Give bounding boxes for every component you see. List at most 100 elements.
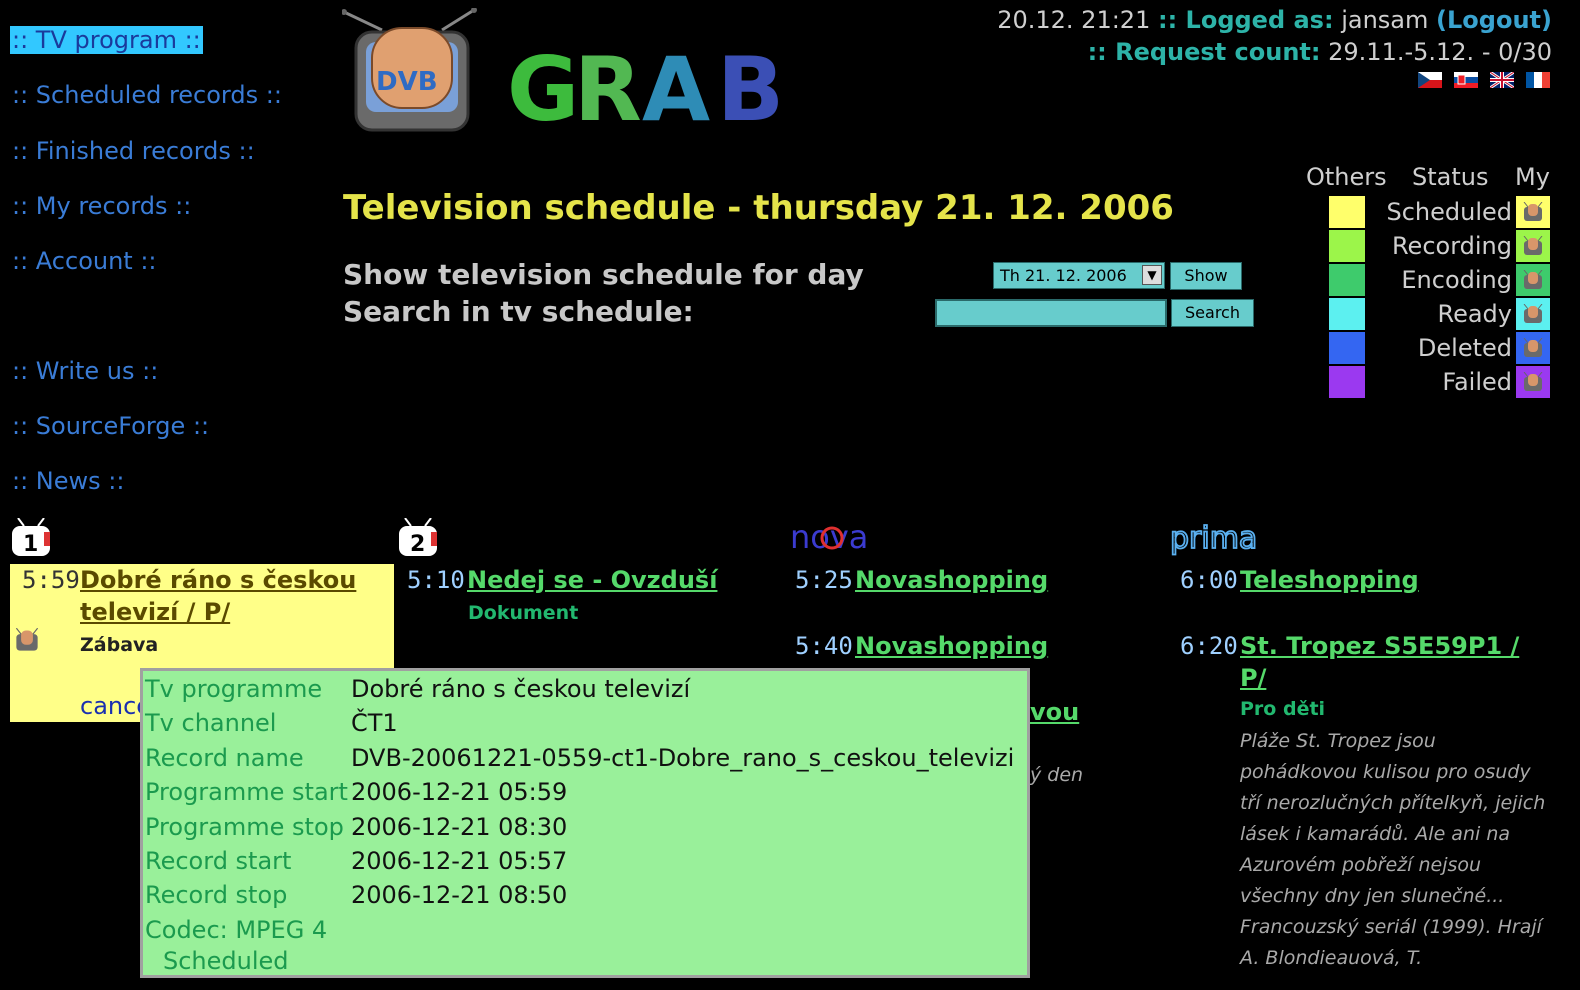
channel-nova-logo[interactable]: nova — [790, 518, 890, 558]
tooltip-value: Dobré ráno s českou televizí — [351, 675, 691, 703]
svg-text:DVB: DVB — [376, 67, 438, 97]
svg-text:prima: prima — [1170, 521, 1257, 556]
day-select-value: Th 21. 12. 2006 — [1000, 266, 1127, 285]
programme-title-link[interactable]: Nedej se - Ovzduší — [467, 564, 717, 596]
tooltip-row: Programme stop 2006-12-21 08:30 — [145, 812, 567, 842]
username: jansam — [1341, 6, 1429, 34]
tv-icon — [1516, 230, 1550, 262]
channel-ct1-logo[interactable]: 1 — [10, 518, 54, 558]
logo-letter-g: G — [507, 38, 580, 141]
programme-time: 6:00 — [1180, 566, 1238, 594]
request-count-label: :: Request count: — [1087, 38, 1321, 66]
current-datetime: 20.12. 21:21 — [997, 6, 1151, 34]
legend-head-others: Others — [1306, 163, 1387, 191]
nav-finished-records[interactable]: :: Finished records :: — [10, 137, 257, 165]
legend-label: Recording — [1391, 232, 1512, 260]
programme-genre: Zábava — [80, 634, 159, 656]
programme-title-link[interactable]: Dobré ráno s českou televizí / P/ — [80, 564, 380, 628]
nav-tv-program[interactable]: :: TV program :: — [10, 26, 203, 54]
programme-genre: Dokument — [468, 602, 579, 624]
logo-letter-b: B — [717, 38, 785, 141]
programme-title-link[interactable]: St. Tropez S5E59P1 / P/ — [1240, 630, 1550, 694]
day-select[interactable]: Th 21. 12. 2006 ▼ — [993, 262, 1165, 289]
tooltip-row: Codec: MPEG 4 — [145, 915, 327, 945]
tooltip-value: 2006-12-21 05:59 — [351, 778, 568, 806]
programme-title-link[interactable]: Novashopping — [855, 630, 1048, 662]
flag-uk-icon[interactable] — [1490, 72, 1514, 88]
legend-label: Encoding — [1401, 266, 1512, 294]
tooltip-row: Record name DVB-20061221-0559-ct1-Dobre_… — [145, 743, 1014, 773]
tooltip-value: 2006-12-21 08:50 — [351, 881, 568, 909]
tv-icon — [1516, 332, 1550, 364]
show-button[interactable]: Show — [1170, 262, 1242, 290]
programme-description: ý den — [1030, 764, 1084, 786]
legend-label: Scheduled — [1386, 198, 1512, 226]
legend-label: Failed — [1442, 368, 1512, 396]
flag-sk-icon[interactable] — [1454, 72, 1478, 88]
search-button[interactable]: Search — [1171, 299, 1254, 327]
chevron-down-icon[interactable]: ▼ — [1142, 265, 1162, 285]
legend-swatch-others — [1329, 230, 1365, 262]
tooltip-row: Tv channel ČT1 — [145, 708, 398, 738]
tv-icon — [1516, 264, 1550, 296]
logged-as-label: :: Logged as: — [1157, 6, 1334, 34]
programme-time: 6:20 — [1180, 632, 1238, 660]
legend-head-status: Status — [1412, 163, 1489, 191]
search-input[interactable] — [935, 299, 1167, 327]
logout-link[interactable]: (Logout) — [1436, 6, 1552, 34]
programme-ct2: 5:10 Nedej se - Ovzduší Dokument — [407, 566, 787, 636]
legend-row-failed: Failed — [1300, 366, 1560, 400]
legend-swatch-others — [1329, 298, 1365, 330]
show-day-label: Show television schedule for day — [343, 258, 864, 291]
tooltip-key: Tv programme — [145, 675, 323, 703]
logo-letter-a: A — [642, 38, 711, 141]
flag-fr-icon[interactable] — [1526, 72, 1550, 88]
tooltip-status: Scheduled — [163, 946, 289, 975]
programme-time: 5:25 — [795, 566, 853, 594]
tooltip-key: Programme stop — [145, 813, 344, 841]
user-info: 20.12. 21:21 :: Logged as: jansam (Logou… — [997, 4, 1552, 68]
tv-icon — [1516, 298, 1550, 330]
tooltip-status-text: Scheduled — [163, 947, 289, 975]
tooltip-row: Record start 2006-12-21 05:57 — [145, 846, 567, 876]
programme-title-link[interactable]: Novashopping — [855, 564, 1048, 596]
request-count-value: 29.11.-5.12. - 0/30 — [1328, 38, 1552, 66]
legend-row-recording: Recording — [1300, 230, 1560, 264]
tooltip-row: Record stop 2006-12-21 08:50 — [145, 880, 567, 910]
tooltip-key: Codec: MPEG 4 — [145, 916, 328, 944]
tooltip-key: Record name — [145, 744, 304, 772]
language-flags — [1418, 72, 1550, 88]
nav-account[interactable]: :: Account :: — [10, 247, 159, 275]
tv-icon — [14, 628, 40, 652]
programme-prima-1: 6:00 Teleshopping — [1180, 566, 1560, 606]
programme-title-link[interactable]: Teleshopping — [1240, 564, 1419, 596]
tooltip-row: Programme start 2006-12-21 05:59 — [145, 777, 567, 807]
svg-text:1: 1 — [23, 532, 38, 557]
legend-swatch-others — [1329, 332, 1365, 364]
channel-prima-logo[interactable]: prima — [1170, 518, 1290, 558]
flag-cz-icon[interactable] — [1418, 72, 1442, 88]
legend-row-scheduled: Scheduled — [1300, 196, 1560, 230]
nav-my-records[interactable]: :: My records :: — [10, 192, 193, 220]
tooltip-key: Programme start — [145, 778, 348, 806]
tooltip-key: Record stop — [145, 881, 288, 909]
legend-swatch-others — [1329, 196, 1365, 228]
nav-write-us[interactable]: :: Write us :: — [10, 357, 160, 385]
programme-nova-1: 5:25 Novashopping — [795, 566, 1165, 606]
legend-label: Deleted — [1417, 334, 1512, 362]
record-details-tooltip: Tv programme Dobré ráno s českou televiz… — [140, 668, 1030, 978]
tooltip-value: DVB-20061221-0559-ct1-Dobre_rano_s_cesko… — [351, 744, 1015, 772]
nav-scheduled-records[interactable]: :: Scheduled records :: — [10, 81, 284, 109]
programme-nova-2: 5:40 Novashopping — [795, 632, 1165, 672]
channel-ct2-logo[interactable]: 2 — [397, 518, 441, 558]
legend-row-encoding: Encoding — [1300, 264, 1560, 298]
tv-hand-icon: DVB — [342, 8, 477, 132]
tooltip-value: ČT1 — [351, 709, 398, 737]
programme-title-link[interactable]: vou — [1030, 696, 1079, 728]
dvbgrab-logo[interactable]: DVB G R A B — [342, 8, 812, 141]
nav-sourceforge[interactable]: :: SourceForge :: — [10, 412, 211, 440]
legend-swatch-others — [1329, 366, 1365, 398]
programme-genre: Pro děti — [1240, 698, 1326, 720]
nav-news[interactable]: :: News :: — [10, 467, 126, 495]
tv-icon — [1516, 366, 1550, 398]
